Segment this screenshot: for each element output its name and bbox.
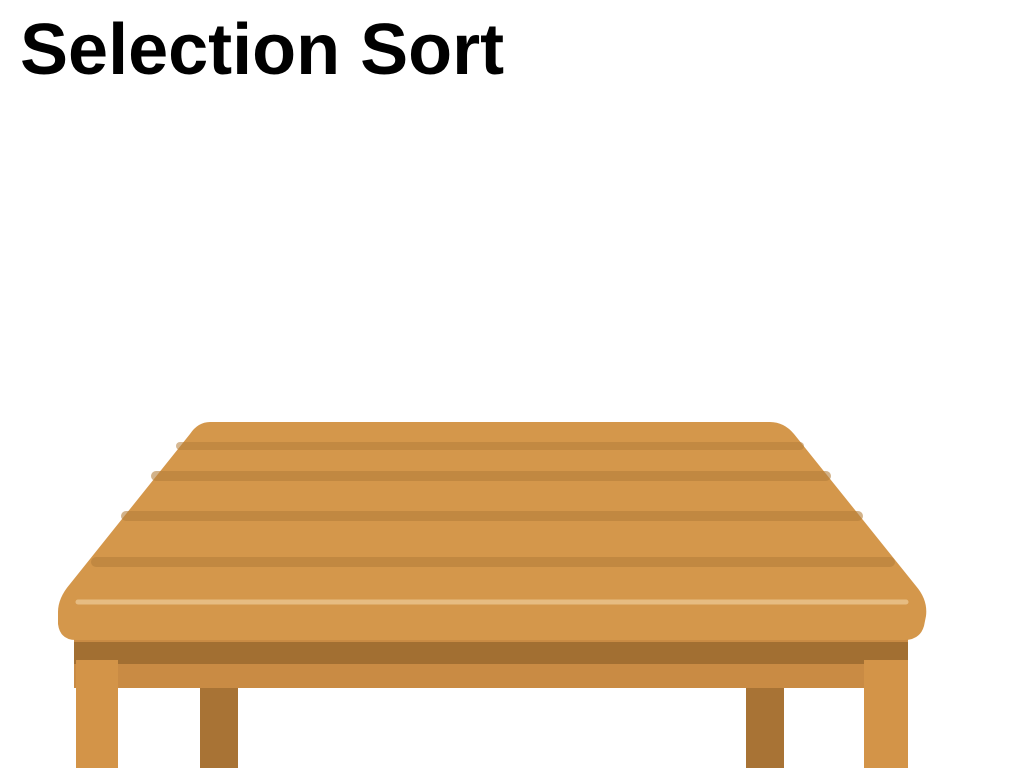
table-back-right-leg: [746, 682, 784, 768]
table-back-left-leg: [200, 682, 238, 768]
table-front-right-leg: [864, 660, 908, 768]
wooden-table-icon: [58, 422, 927, 768]
table-front-left-leg: [76, 660, 118, 768]
table-top: [58, 422, 927, 640]
sort-visualization-page: Selection Sort: [0, 0, 1024, 768]
table-apron-shadow: [74, 642, 908, 664]
